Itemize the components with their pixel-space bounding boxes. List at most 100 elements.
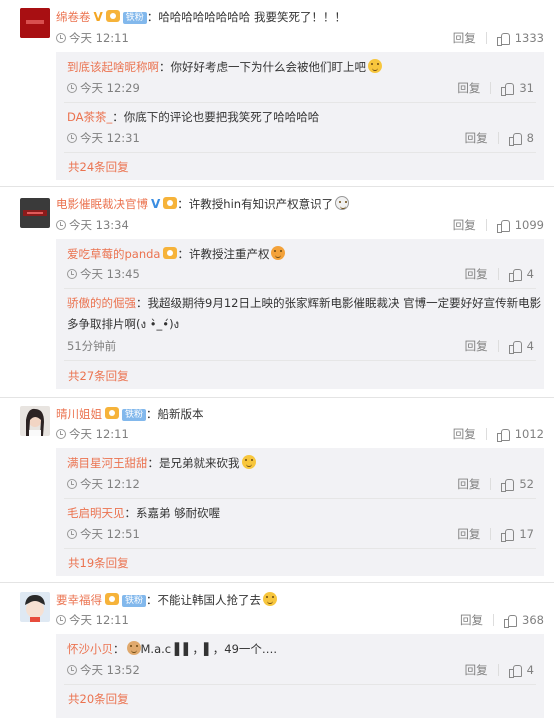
colon: ： [146, 10, 159, 24]
colon: ： [177, 247, 189, 261]
divider [485, 428, 487, 440]
reply-content: 骄傲的的倔强：我超级期待9月12日上映的张家辉新电影催眠裁决 官博一定要好好宣传… [67, 295, 541, 311]
reply-button[interactable]: 回复 [465, 338, 488, 354]
like-count: 4 [526, 663, 534, 677]
reply-button[interactable]: 回复 [453, 217, 476, 233]
clock-icon [56, 220, 66, 230]
time-text: 今天 13:45 [80, 267, 140, 281]
reply-text: 是兄弟就来砍我 [159, 456, 240, 470]
reply-actions: 回复 4 [465, 338, 534, 354]
reply-button[interactable]: 回复 [465, 130, 488, 146]
reply-button[interactable]: 回复 [460, 612, 483, 628]
like-icon[interactable] [508, 268, 522, 282]
clock-icon [56, 33, 66, 43]
member-icon [105, 593, 119, 605]
user-name[interactable]: 电影催眠裁决官博 [56, 197, 148, 211]
clock-icon [67, 665, 77, 675]
reply-button[interactable]: 回复 [453, 30, 476, 46]
reply-user-name[interactable]: 到底该起啥昵称啊 [67, 60, 159, 74]
member-icon [163, 247, 178, 259]
like-icon[interactable] [501, 82, 515, 96]
reply-button[interactable]: 回复 [465, 266, 488, 282]
comment-text: 哈哈哈哈哈哈哈哈 我要笑死了！！！ [158, 10, 346, 24]
comment-actions: 回复 368 [460, 612, 544, 628]
comment-item: 绵卷卷 V 铁粉 ：哈哈哈哈哈哈哈哈 我要笑死了！！！ 今天 12:11 回复 1333… [0, 0, 554, 185]
avatar[interactable] [20, 592, 50, 622]
emoji-icon [368, 59, 382, 73]
colon: ： [147, 456, 160, 470]
divider [485, 32, 487, 44]
colon: ： [113, 642, 125, 656]
reply-user-name[interactable]: 骄傲的的倔强 [67, 296, 136, 310]
like-icon[interactable] [501, 478, 515, 492]
comment-item: 电影催眠裁决官博 V ：许教授hin有知识产权意识了 今天 13:34 回复 1099… [0, 188, 554, 395]
reply-button[interactable]: 回复 [457, 526, 480, 542]
like-icon[interactable] [508, 664, 522, 678]
reply-user-name[interactable]: 怀沙小贝 [67, 642, 113, 656]
like-icon[interactable] [508, 340, 522, 354]
divider [497, 340, 499, 352]
reply-button[interactable]: 回复 [457, 476, 480, 492]
like-count: 1333 [514, 31, 544, 45]
reply-user-name[interactable]: DA茶茶_ [67, 110, 112, 124]
reply-text-continued: 多争取排片啊(ง •̀_•́)ง [67, 317, 180, 331]
reply-content: 爱吃草莓的panda ：许教授注重产权 [67, 246, 286, 262]
user-name[interactable]: 要幸福得 [56, 593, 102, 607]
reply-user-name[interactable]: 毛启明天见 [67, 506, 125, 520]
member-icon [105, 407, 119, 419]
reply-time: 今天 12:29 [67, 80, 140, 96]
emoji-icon [126, 641, 141, 655]
reply-time: 今天 12:51 [67, 526, 140, 542]
more-replies-link[interactable]: 共27条回复 [68, 368, 129, 384]
like-icon[interactable] [496, 32, 510, 46]
reply-user-name[interactable]: 满目星河王甜甜 [67, 456, 148, 470]
colon: ： [159, 60, 171, 74]
reply-actions: 回复 31 [457, 80, 534, 96]
comment-actions: 回复 1333 [453, 30, 544, 46]
like-count: 4 [526, 339, 534, 353]
avatar[interactable] [20, 198, 50, 228]
divider [0, 186, 554, 187]
like-count: 8 [526, 131, 534, 145]
emoji-icon [263, 592, 278, 606]
reply-time: 今天 13:45 [67, 266, 140, 282]
reply-box: 怀沙小贝： M.a.c ▌▌，▌，49一个…. 今天 13:52 回复 4 共20条… [56, 634, 544, 718]
reply-button[interactable]: 回复 [453, 426, 476, 442]
divider [64, 288, 536, 289]
reply-button[interactable]: 回复 [457, 80, 480, 96]
fan-badge: 铁粉 [122, 409, 147, 421]
like-count: 4 [526, 267, 534, 281]
reply-actions: 回复 4 [465, 266, 534, 282]
reply-time: 今天 12:31 [67, 130, 140, 146]
time-text: 今天 12:11 [69, 613, 129, 627]
avatar[interactable] [20, 406, 50, 436]
more-replies-link[interactable]: 共20条回复 [68, 691, 129, 707]
member-icon [105, 10, 120, 22]
member-icon [163, 197, 178, 209]
verified-icon: V [93, 10, 103, 24]
emoji-icon [241, 455, 256, 469]
reply-button[interactable]: 回复 [465, 662, 488, 678]
comment-time: 今天 13:34 [56, 217, 129, 233]
reply-time: 今天 13:52 [67, 662, 140, 678]
clock-icon [67, 133, 77, 143]
divider [64, 102, 536, 103]
reply-time: 51分钟前 [67, 338, 116, 354]
more-replies-link[interactable]: 共19条回复 [68, 555, 129, 571]
like-icon[interactable] [496, 219, 510, 233]
time-text: 51分钟前 [67, 339, 117, 353]
like-count: 1012 [514, 427, 544, 441]
clock-icon [67, 269, 77, 279]
colon: ： [146, 407, 158, 421]
like-icon[interactable] [504, 614, 518, 628]
more-replies-link[interactable]: 共24条回复 [68, 159, 129, 175]
divider [490, 528, 492, 540]
like-icon[interactable] [496, 428, 510, 442]
like-icon[interactable] [501, 528, 515, 542]
clock-icon [56, 615, 66, 625]
like-icon[interactable] [508, 132, 522, 146]
avatar[interactable] [20, 8, 50, 38]
user-name[interactable]: 晴川姐姐 [56, 407, 102, 421]
reply-user-name[interactable]: 爱吃草莓的panda [67, 247, 160, 261]
user-name[interactable]: 绵卷卷 [56, 10, 91, 24]
